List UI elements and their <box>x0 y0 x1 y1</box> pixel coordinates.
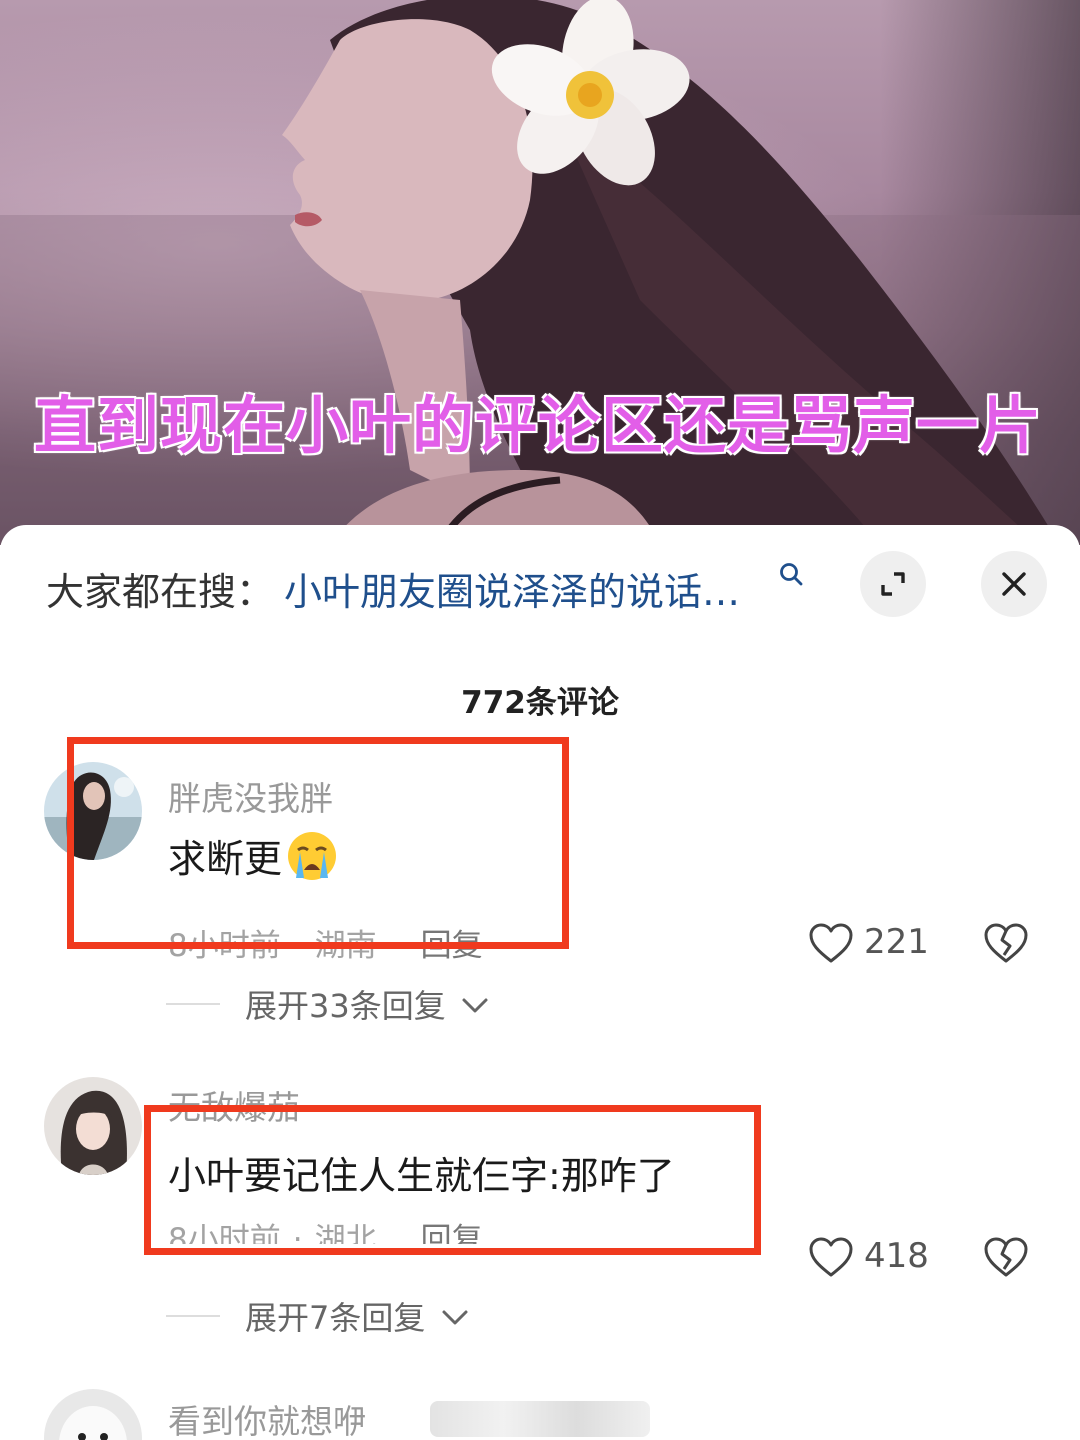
chevron-down-icon <box>462 998 488 1013</box>
expand-icon <box>881 572 905 596</box>
highlight-box <box>67 737 569 949</box>
divider <box>166 1315 220 1317</box>
expand-replies-label: 展开33条回复 <box>245 981 490 1027</box>
dislike-button[interactable] <box>983 1236 1029 1282</box>
like-count: 221 <box>864 922 929 962</box>
broken-heart-icon <box>984 923 1028 963</box>
dislike-button[interactable] <box>983 922 1029 968</box>
avatar[interactable] <box>44 1077 142 1175</box>
heart-icon <box>809 1237 853 1277</box>
expand-replies-label: 展开7条回复 <box>245 1293 470 1339</box>
trending-search-query[interactable]: 小叶朋友圈说泽泽的说话… <box>284 561 740 616</box>
comment-username[interactable]: 看到你就想咿 <box>168 1395 366 1440</box>
close-button[interactable] <box>981 551 1047 617</box>
blurred-badge <box>430 1401 650 1437</box>
search-icon[interactable] <box>778 561 806 589</box>
expand-replies-button[interactable]: 展开33条回复 <box>166 981 566 1025</box>
avatar[interactable] <box>44 1389 142 1440</box>
video-caption: 直到现在小叶的评论区还是骂声一片 <box>34 389 1043 462</box>
comment-item: 看到你就想咿 <box>0 1387 1080 1440</box>
broken-heart-icon <box>984 1237 1028 1277</box>
highlight-box <box>144 1105 761 1255</box>
fullscreen-button[interactable] <box>860 551 926 617</box>
like-button[interactable]: 221 <box>808 918 929 968</box>
comment-count: 772条评论 <box>461 685 619 721</box>
expand-replies-button[interactable]: 展开7条回复 <box>166 1293 566 1337</box>
heart-icon <box>809 923 853 963</box>
chevron-down-icon <box>442 1310 468 1325</box>
like-button[interactable]: 418 <box>808 1232 929 1282</box>
like-count: 418 <box>864 1236 929 1276</box>
divider <box>166 1003 220 1005</box>
trending-search-bar: 大家都在搜： 小叶朋友圈说泽泽的说话… <box>0 525 1080 645</box>
close-icon <box>1002 572 1026 596</box>
video-player[interactable]: 直到现在小叶的评论区还是骂声一片 <box>0 0 1080 545</box>
comment-panel: 大家都在搜： 小叶朋友圈说泽泽的说话… 772条评论 胖虎没我胖 求断更 8小时… <box>0 525 1080 1440</box>
trending-search-prefix: 大家都在搜： <box>46 570 275 614</box>
